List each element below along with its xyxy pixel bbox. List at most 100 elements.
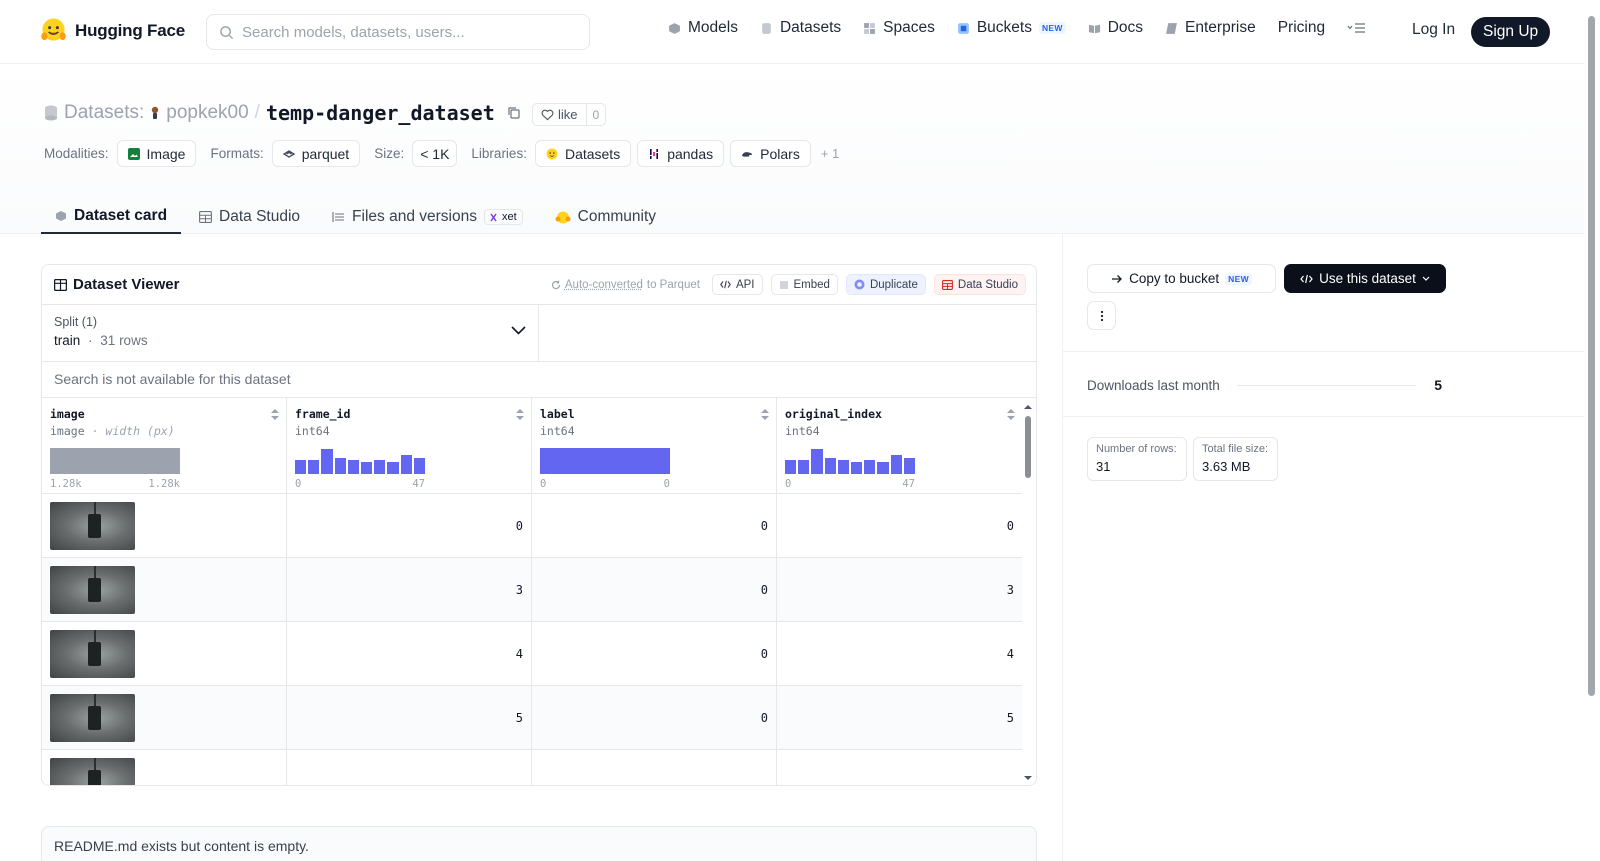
table-row[interactable] <box>42 750 1022 785</box>
image-thumbnail[interactable] <box>50 502 135 550</box>
original-index-cell[interactable] <box>777 750 1022 785</box>
scroll-down-icon[interactable] <box>1020 773 1036 783</box>
nav-docs[interactable]: Docs <box>1088 19 1143 37</box>
image-cell[interactable] <box>42 686 287 750</box>
embed-button[interactable]: Embed <box>770 274 838 295</box>
label-cell[interactable]: 0 <box>532 558 777 622</box>
frame-id-cell[interactable] <box>287 750 532 785</box>
histogram-bar[interactable] <box>374 459 386 474</box>
image-cell[interactable] <box>42 494 287 558</box>
nav-spaces[interactable]: Spaces <box>863 19 935 37</box>
histogram-bar[interactable] <box>785 459 797 474</box>
dataset-name[interactable]: temp-danger_dataset <box>266 101 495 125</box>
histogram-bar[interactable] <box>890 454 902 474</box>
column-header-original-index[interactable]: original_index int64 0 47 <box>777 398 1022 494</box>
table-scrollbar[interactable] <box>1020 398 1036 785</box>
sort-icon[interactable] <box>270 408 280 421</box>
histogram-bar[interactable] <box>50 448 180 474</box>
histogram-bar[interactable] <box>334 458 346 474</box>
nav-buckets[interactable]: Buckets NEW <box>957 19 1066 37</box>
image-thumbnail[interactable] <box>50 630 135 678</box>
copy-icon[interactable] <box>507 106 521 120</box>
histogram-bar[interactable] <box>400 454 412 474</box>
nav-enterprise[interactable]: Enterprise <box>1165 19 1256 37</box>
label-cell[interactable]: 0 <box>532 494 777 558</box>
more-libraries[interactable]: + 1 <box>821 146 839 161</box>
page-scrollbar-thumb[interactable] <box>1588 16 1595 696</box>
table-row[interactable]: 5 0 5 <box>42 686 1022 750</box>
original-index-cell[interactable]: 4 <box>777 622 1022 686</box>
duplicate-button[interactable]: Duplicate <box>845 274 926 295</box>
table-row[interactable]: 3 0 3 <box>42 558 1022 622</box>
like-part[interactable]: like <box>533 104 587 125</box>
frame-id-cell[interactable]: 5 <box>287 686 532 750</box>
login-link[interactable]: Log In <box>1412 21 1455 39</box>
library-chip-polars[interactable]: Polars <box>730 140 811 167</box>
more-options-button[interactable] <box>1087 301 1116 330</box>
like-button[interactable]: like 0 <box>532 103 607 126</box>
histogram-bar[interactable] <box>387 462 399 474</box>
owner-link[interactable]: popkek00 <box>166 102 248 124</box>
tab-dataset-card[interactable]: Dataset card <box>41 200 182 234</box>
modality-chip[interactable]: Image <box>116 140 197 167</box>
label-cell[interactable]: 0 <box>532 686 777 750</box>
column-header-frame-id[interactable]: frame_id int64 0 47 <box>287 398 532 494</box>
histogram-bar[interactable] <box>321 449 333 474</box>
nav-more[interactable] <box>1347 22 1367 34</box>
tab-data-studio[interactable]: Data Studio <box>185 200 314 234</box>
copy-to-bucket-button[interactable]: Copy to bucket NEW <box>1087 264 1276 293</box>
table-row[interactable]: 4 0 4 <box>42 622 1022 686</box>
histogram-bar[interactable] <box>798 459 810 474</box>
histogram-bar[interactable] <box>540 448 670 474</box>
brand-link[interactable]: Hugging Face <box>40 17 185 44</box>
image-thumbnail[interactable] <box>50 758 135 785</box>
scroll-up-icon[interactable] <box>1020 402 1036 412</box>
histogram-bar[interactable] <box>413 458 425 474</box>
histogram-bar[interactable] <box>864 459 876 474</box>
data-studio-button[interactable]: Data Studio <box>933 274 1026 295</box>
search-input[interactable] <box>242 23 562 41</box>
page-scrollbar[interactable] <box>1584 0 1600 861</box>
sort-icon[interactable] <box>760 408 770 421</box>
original-index-cell[interactable]: 3 <box>777 558 1022 622</box>
use-this-dataset-button[interactable]: Use this dataset <box>1284 264 1446 293</box>
nav-pricing[interactable]: Pricing <box>1278 19 1325 37</box>
image-thumbnail[interactable] <box>50 566 135 614</box>
image-cell[interactable] <box>42 622 287 686</box>
scrollbar-thumb[interactable] <box>1025 416 1031 478</box>
sort-icon[interactable] <box>515 408 525 421</box>
column-header-label[interactable]: label int64 00 <box>532 398 777 494</box>
section-label[interactable]: Datasets: <box>64 102 144 124</box>
table-row[interactable]: 0 0 0 <box>42 494 1022 558</box>
image-thumbnail[interactable] <box>50 694 135 742</box>
nav-models[interactable]: Models <box>668 19 738 37</box>
tab-community[interactable]: Community <box>541 200 670 234</box>
api-button[interactable]: API <box>711 274 763 295</box>
label-cell[interactable] <box>532 750 777 785</box>
histogram-bar[interactable] <box>811 449 823 474</box>
histogram-bar[interactable] <box>824 458 836 474</box>
nav-datasets[interactable]: Datasets <box>760 19 841 37</box>
library-chip-datasets[interactable]: Datasets <box>534 140 632 167</box>
image-cell[interactable] <box>42 558 287 622</box>
histogram-bar[interactable] <box>837 459 849 474</box>
original-index-cell[interactable]: 0 <box>777 494 1022 558</box>
format-chip[interactable]: parquet <box>271 140 361 167</box>
frame-id-cell[interactable]: 3 <box>287 558 532 622</box>
like-count[interactable]: 0 <box>587 108 606 122</box>
library-chip-pandas[interactable]: pandas <box>637 140 725 167</box>
auto-converted-link[interactable]: Auto-converted <box>565 279 643 291</box>
histogram-bar[interactable] <box>308 459 320 474</box>
split-dropdown[interactable]: Split (1) train · 31 rows <box>42 305 539 361</box>
histogram-bar[interactable] <box>361 462 373 474</box>
column-header-image[interactable]: image image · width (px) 1.28k 1.28k <box>42 398 287 494</box>
histogram-bar[interactable] <box>877 462 889 474</box>
image-cell[interactable] <box>42 750 287 785</box>
histogram-bar[interactable] <box>851 462 863 474</box>
histogram-bar[interactable] <box>347 459 359 474</box>
frame-id-cell[interactable]: 4 <box>287 622 532 686</box>
signup-button[interactable]: Sign Up <box>1471 17 1551 47</box>
size-chip[interactable]: < 1K <box>412 140 458 167</box>
global-search[interactable] <box>206 14 590 50</box>
label-cell[interactable]: 0 <box>532 622 777 686</box>
